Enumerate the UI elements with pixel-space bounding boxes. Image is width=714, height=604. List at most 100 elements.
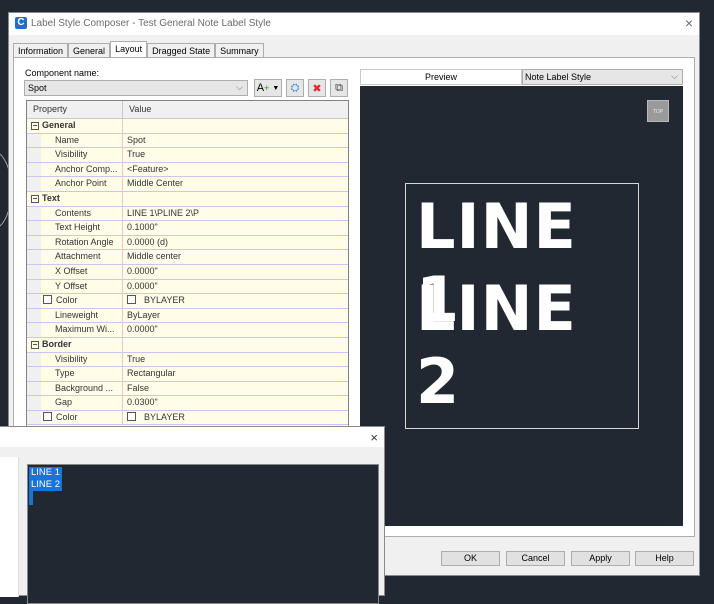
- property-value[interactable]: Rectangular: [123, 367, 348, 381]
- property-name: Name: [41, 133, 123, 148]
- preview-canvas[interactable]: TOP LINE 1 LINE 2: [360, 86, 683, 526]
- property-name: Y Offset: [41, 279, 123, 294]
- category-value: [123, 338, 348, 352]
- property-row[interactable]: Visibility True: [27, 352, 348, 368]
- property-row[interactable]: Attachment Middle center: [27, 250, 348, 265]
- property-name: Lineweight: [41, 308, 123, 323]
- checkbox[interactable]: [43, 295, 52, 305]
- tab-summary[interactable]: Summary: [215, 43, 264, 58]
- property-name: Visibility: [41, 148, 123, 162]
- property-row[interactable]: Lineweight ByLayer: [27, 308, 348, 324]
- preview-style-select[interactable]: Note Label Style ⌵: [522, 69, 683, 85]
- close-icon[interactable]: ×: [370, 430, 378, 445]
- property-value[interactable]: <Feature>: [123, 163, 348, 177]
- property-value[interactable]: ByLayer: [123, 309, 348, 323]
- collapse-icon[interactable]: −: [31, 122, 39, 130]
- editor-left-panel: [0, 457, 19, 597]
- property-value[interactable]: BYLAYER: [123, 411, 348, 425]
- cancel-button[interactable]: Cancel: [506, 551, 565, 566]
- property-value[interactable]: True: [123, 353, 348, 367]
- create-text-component-button[interactable]: A+ ▼: [254, 79, 282, 97]
- row-gutter: [27, 308, 41, 323]
- property-name: Visibility: [41, 352, 123, 367]
- property-value[interactable]: Middle Center: [123, 177, 348, 191]
- editor-title-bar: ×: [0, 427, 384, 447]
- row-gutter: [27, 148, 41, 162]
- component-draw-order-button[interactable]: ⧉: [330, 79, 348, 97]
- text-editor-area[interactable]: LINE 1 LINE 2: [27, 464, 379, 604]
- row-gutter: [27, 410, 41, 425]
- property-value[interactable]: 0.0000": [123, 323, 348, 337]
- collapse-icon[interactable]: −: [31, 340, 39, 349]
- property-row[interactable]: Background ... False: [27, 381, 348, 397]
- value-column-header[interactable]: Value: [123, 101, 157, 118]
- property-row[interactable]: Contents LINE 1\PLINE 2\P: [27, 206, 348, 222]
- text-caret: [29, 491, 33, 505]
- property-grid: Property Value − General Name Spot Visibilit…: [26, 100, 349, 430]
- tab-information[interactable]: Information: [13, 43, 69, 58]
- property-value[interactable]: LINE 1\PLINE 2\P: [123, 207, 348, 221]
- property-row[interactable]: Type Rectangular: [27, 367, 348, 382]
- row-gutter: [27, 381, 41, 396]
- property-row[interactable]: Anchor Point Middle Center: [27, 177, 348, 192]
- chevron-down-icon: ⌵: [671, 71, 678, 81]
- property-value[interactable]: 0.1000": [123, 221, 348, 235]
- tab-dragged-state[interactable]: Dragged State: [147, 43, 216, 58]
- preview-line-2: LINE 2: [416, 272, 577, 418]
- property-value[interactable]: Middle center: [123, 250, 348, 264]
- property-value[interactable]: 0.0000": [123, 280, 348, 294]
- property-name: Color: [41, 294, 123, 308]
- property-row[interactable]: Visibility True: [27, 148, 348, 163]
- copy-component-button[interactable]: ⛭: [286, 79, 304, 97]
- property-row[interactable]: Color BYLAYER: [27, 410, 348, 426]
- apply-button[interactable]: Apply: [571, 551, 630, 566]
- color-swatch-icon: [127, 411, 136, 421]
- property-value[interactable]: 0.0000 (d): [123, 236, 348, 250]
- property-value[interactable]: False: [123, 382, 348, 396]
- category-row-text[interactable]: − Text: [27, 191, 348, 207]
- component-draw-order-icon: ⧉: [335, 81, 343, 94]
- property-row[interactable]: Name Spot: [27, 133, 348, 149]
- create-text-component-icon: A+: [256, 82, 270, 94]
- category-value: [123, 192, 348, 206]
- close-icon[interactable]: ×: [685, 15, 693, 31]
- collapse-icon[interactable]: −: [31, 194, 39, 203]
- property-name: Type: [41, 367, 123, 381]
- delete-component-icon: ✖: [312, 82, 322, 95]
- chevron-down-icon: ⌵: [236, 82, 243, 92]
- editor-line-1: LINE 1: [29, 467, 63, 479]
- text-component-editor-dialog: × LINE 1 LINE 2: [0, 426, 385, 604]
- property-value[interactable]: 0.0000": [123, 265, 348, 279]
- property-column-header[interactable]: Property: [27, 101, 123, 118]
- category-value: [123, 119, 348, 133]
- component-name-select[interactable]: Spot ⌵: [24, 80, 248, 96]
- property-value[interactable]: BYLAYER: [123, 294, 348, 308]
- component-name-value: Spot: [28, 83, 47, 93]
- component-name-label: Component name:: [25, 68, 100, 78]
- checkbox[interactable]: [43, 411, 52, 421]
- row-gutter: [27, 264, 41, 279]
- ok-button[interactable]: OK: [441, 551, 500, 566]
- property-value[interactable]: 0.0300": [123, 396, 348, 410]
- help-button[interactable]: Help: [635, 551, 694, 566]
- property-row[interactable]: Anchor Comp... <Feature>: [27, 162, 348, 178]
- window-title: Label Style Composer - Test General Note…: [31, 18, 271, 29]
- category-row-border[interactable]: − Border: [27, 337, 348, 353]
- property-row[interactable]: Rotation Angle 0.0000 (d): [27, 235, 348, 251]
- property-row[interactable]: Y Offset 0.0000": [27, 279, 348, 295]
- property-row[interactable]: Text Height 0.1000": [27, 221, 348, 236]
- property-value[interactable]: Spot: [123, 134, 348, 148]
- label-border-rectangle: LINE 1 LINE 2: [405, 183, 639, 429]
- property-row[interactable]: Gap 0.0300": [27, 396, 348, 411]
- preview-tab[interactable]: Preview: [360, 69, 522, 85]
- tab-general[interactable]: General: [68, 43, 111, 58]
- dropdown-arrow-icon: ▼: [272, 84, 280, 92]
- property-row[interactable]: Color BYLAYER: [27, 294, 348, 309]
- viewcube-top-button[interactable]: TOP: [647, 100, 669, 122]
- delete-component-button[interactable]: ✖: [308, 79, 326, 97]
- property-row[interactable]: X Offset 0.0000": [27, 264, 348, 280]
- property-value[interactable]: True: [123, 148, 348, 162]
- tab-layout[interactable]: Layout: [110, 41, 148, 58]
- property-row[interactable]: Maximum Wi... 0.0000": [27, 323, 348, 338]
- category-row-general[interactable]: − General: [27, 119, 348, 134]
